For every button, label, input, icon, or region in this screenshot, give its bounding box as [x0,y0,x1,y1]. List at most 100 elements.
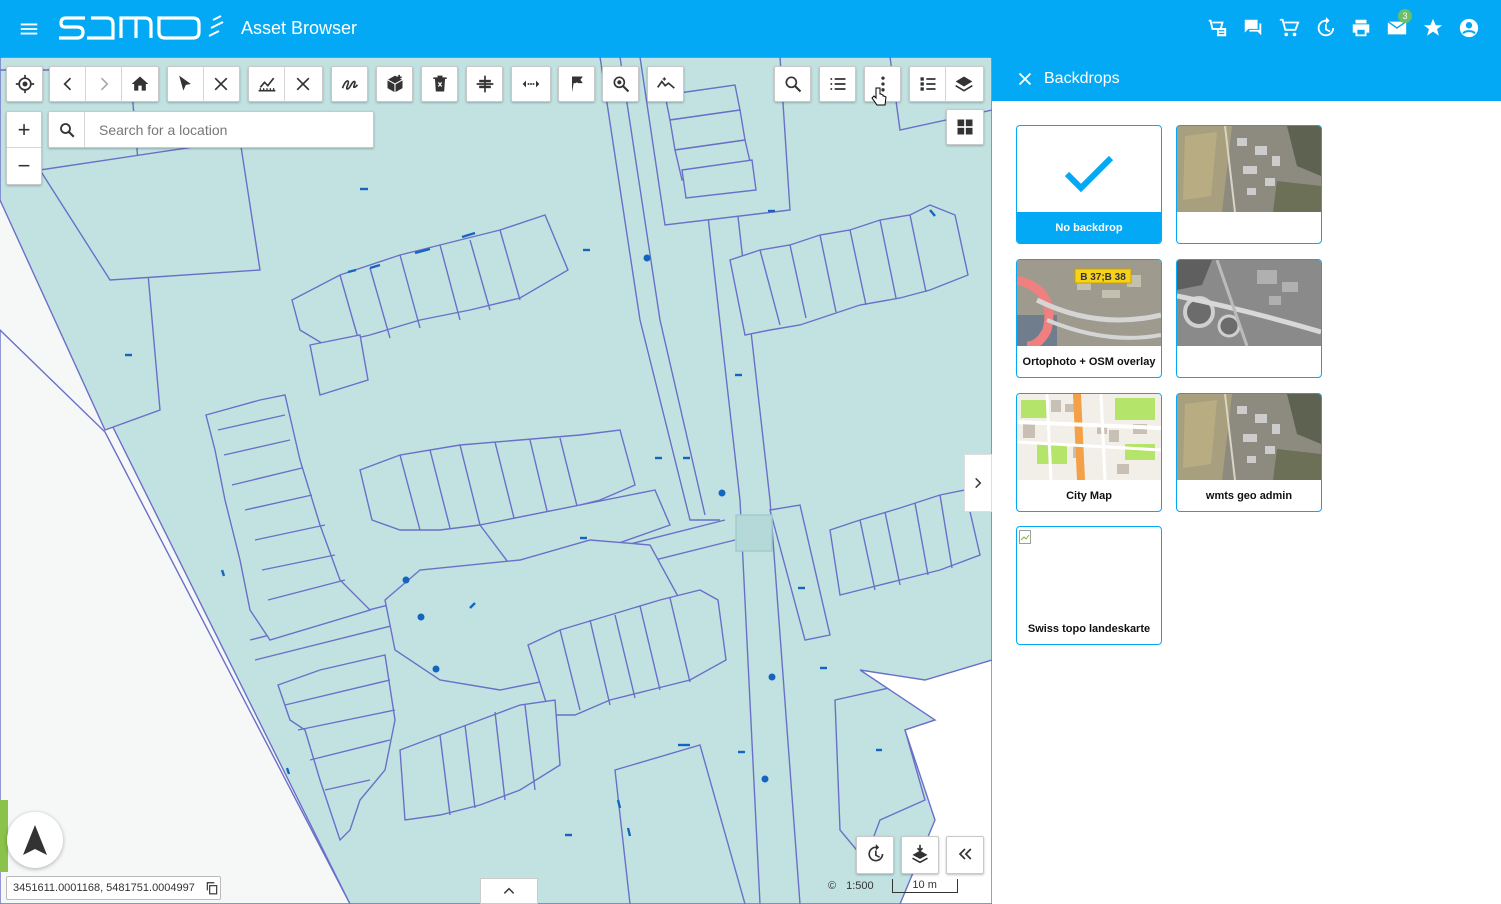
map-canvas[interactable] [0,57,992,904]
bottom-drawer-toggle[interactable] [480,878,538,904]
list-button[interactable] [820,67,855,101]
panel-title: Backdrops [1044,70,1120,87]
list-icon [830,78,845,90]
collapse-panel-button[interactable] [947,837,983,871]
backdrop-tile-swiss-topo[interactable]: Swiss topo landeskarte [1016,526,1162,645]
broken-image-icon [1019,530,1031,544]
wmts-geo-admin-thumbnail [1177,394,1321,481]
layer-stack-button[interactable] [902,837,938,871]
backdrop-tile-city-map[interactable]: City Map [1016,393,1162,512]
search-tool-button[interactable] [775,67,810,101]
zoom-out-button[interactable]: − [7,148,41,184]
profile-icon [656,77,675,89]
double-chevron-left-icon [958,848,972,860]
shopping-cart-icon[interactable] [1271,15,1307,41]
star-icon[interactable] [1415,15,1451,41]
backdrops-panel: Backdrops No backdrop B 37;B 38 Ortophot… [992,57,1501,904]
add-object-group [376,66,413,102]
zoom-search-button[interactable] [603,67,638,101]
split-group [466,66,503,102]
backdrop-label: Swiss topo landeskarte [1027,622,1151,635]
backdrop-tile-ortophoto-osm[interactable]: B 37;B 38 Ortophoto + OSM overlay [1016,259,1162,378]
hamburger-menu-icon[interactable] [18,18,40,40]
backdrop-label: No backdrop [1017,212,1161,243]
backdrop-tile-wmts-geo-admin[interactable]: wmts geo admin [1176,393,1322,512]
backdrop-tile-grayscale-aerial[interactable] [1176,259,1322,378]
north-arrow-compass[interactable] [7,812,63,868]
chevron-right-icon [975,477,982,489]
chevron-up-icon [503,887,515,894]
zoom-controls: + − [6,111,42,185]
distance-group [511,66,551,102]
clear-selection-icon [214,77,228,91]
copyright-icon: © [828,880,837,892]
legend-icon [920,77,935,91]
grid-view-button[interactable] [946,109,984,145]
zoom-in-button[interactable]: + [7,112,41,148]
coordinate-display: 3451611.0001168, 5481751.0004997 [6,876,221,900]
backdrop-tile-no-backdrop[interactable]: No backdrop [1016,125,1162,244]
flag-icon [571,76,583,93]
layers-icon [955,76,973,92]
delete-group [421,66,458,102]
measure-button[interactable] [249,67,285,101]
backdrop-label [1177,346,1321,377]
add-object-button[interactable] [377,67,412,101]
layer-stack-group [901,836,939,874]
mail-icon[interactable]: 3 [1379,9,1415,41]
checkmark-icon [1064,155,1114,193]
clear-measure-button[interactable] [285,67,321,101]
osm-road-label: B 37;B 38 [1080,272,1126,283]
split-button[interactable] [467,67,502,101]
scale-ratio: 1:500 [846,880,874,892]
close-icon[interactable] [1014,68,1036,90]
layer-stack-icon [912,844,928,864]
forward-icon [100,77,109,91]
home-button[interactable] [122,67,158,101]
select-button[interactable] [168,67,204,101]
cart-list-icon[interactable] [1199,15,1235,41]
draw-group [331,66,368,102]
backdrop-tile-aerial[interactable] [1176,125,1322,244]
select-arrow-icon [179,75,192,91]
split-icon [476,75,493,93]
backdrop-label [1177,212,1321,243]
delete-object-button[interactable] [422,67,457,101]
flag-button[interactable] [559,67,594,101]
clear-measure-icon [296,77,310,91]
grayscale-aerial-thumbnail [1177,260,1321,347]
locate-icon [15,74,34,94]
location-search-input[interactable] [85,121,365,138]
locate-group [6,66,43,102]
backdrop-label: wmts geo admin [1205,489,1293,502]
ortophoto-osm-thumbnail: B 37;B 38 [1017,260,1161,351]
back-button[interactable] [50,67,86,101]
layers-button[interactable] [946,67,982,101]
back-icon [62,77,71,91]
expand-side-button[interactable] [964,454,992,512]
locate-button[interactable] [7,67,42,101]
location-search-icon[interactable] [49,112,85,147]
legend-button[interactable] [910,67,946,101]
selection-group [167,66,240,102]
forward-button[interactable] [86,67,122,101]
delete-object-icon [432,75,447,92]
map-history-button[interactable] [857,837,893,871]
distance-button[interactable] [512,67,550,101]
measure-group [248,66,323,102]
history-icon [868,844,884,862]
profile-group [647,66,684,102]
backdrops-panel-header: Backdrops [992,57,1501,101]
print-icon[interactable] [1343,15,1379,41]
account-icon[interactable] [1451,15,1487,41]
navigation-group [49,66,159,102]
copy-icon[interactable] [205,881,219,895]
search-tool-group [774,66,811,102]
history-icon[interactable] [1307,15,1343,41]
app-title: Asset Browser [241,18,358,38]
samo-logo [59,15,224,40]
chat-icon[interactable] [1235,15,1271,41]
draw-freehand-button[interactable] [332,67,367,101]
profile-button[interactable] [648,67,683,101]
clear-selection-button[interactable] [204,67,240,101]
